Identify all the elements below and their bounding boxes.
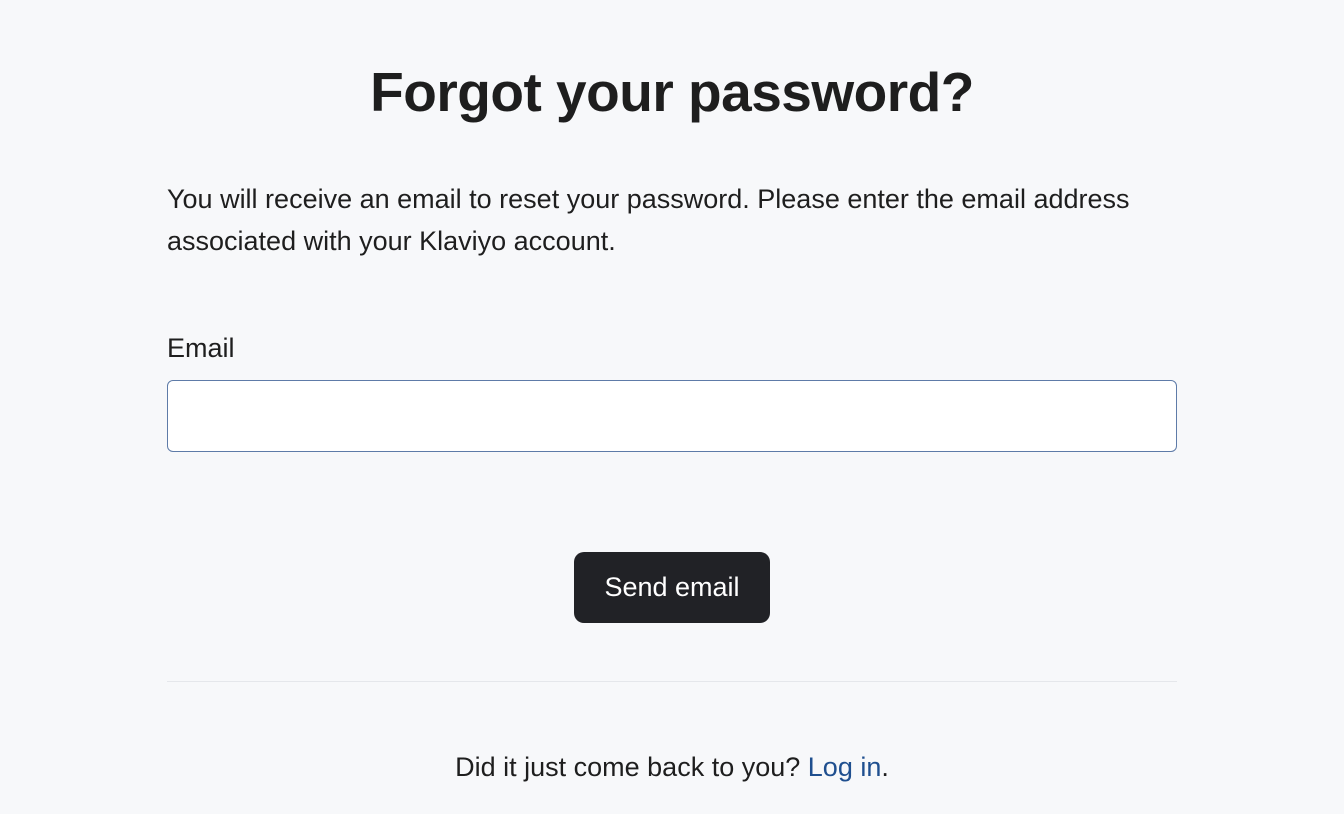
forgot-password-form: Forgot your password? You will receive a… [167,0,1177,783]
footer-prompt: Did it just come back to you? Log in. [167,752,1177,783]
instruction-text: You will receive an email to reset your … [167,179,1177,263]
divider [167,681,1177,682]
email-label: Email [167,333,1177,364]
login-link[interactable]: Log in [808,752,882,782]
footer-suffix: . [881,752,889,782]
page-title: Forgot your password? [167,60,1177,124]
submit-wrap: Send email [167,552,1177,623]
footer-prompt-text: Did it just come back to you? [455,752,808,782]
email-field[interactable] [167,380,1177,452]
send-email-button[interactable]: Send email [574,552,769,623]
